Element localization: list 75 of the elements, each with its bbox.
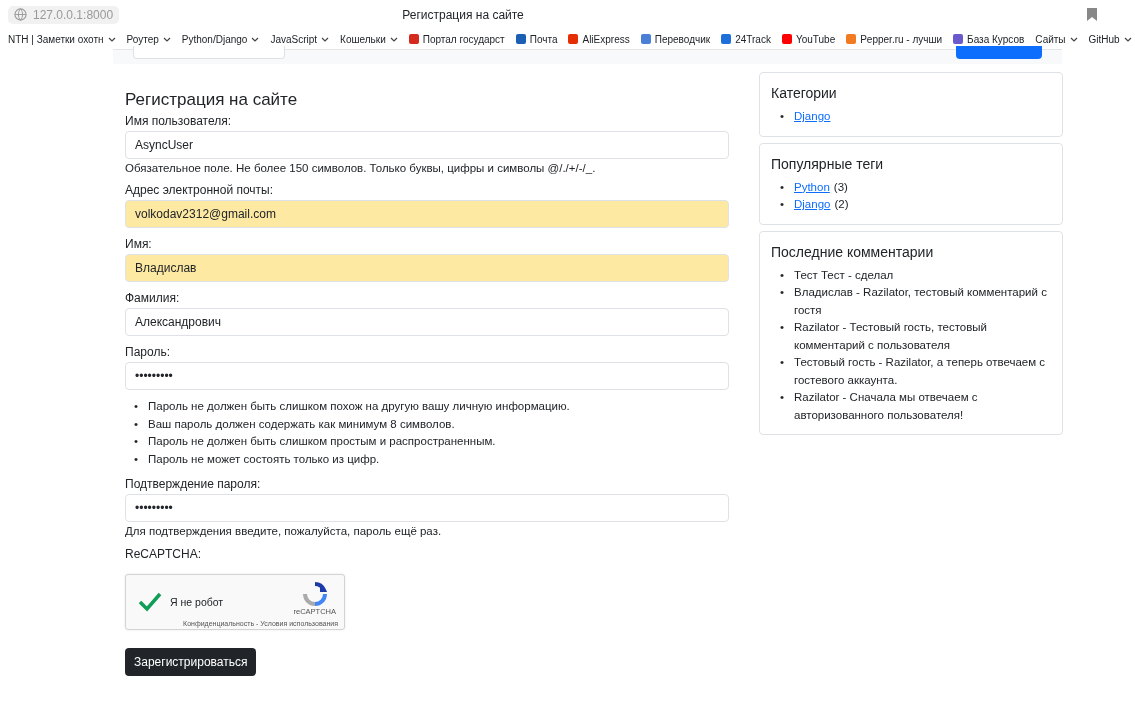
bookmark-item[interactable]: Почта: [515, 33, 558, 45]
chevron-icon: [1069, 36, 1078, 42]
card-title: Популярные теги: [771, 155, 885, 172]
bullet: •: [780, 267, 785, 283]
page-title: Регистрация на сайте: [402, 7, 524, 22]
register-button[interactable]: Зарегистрироваться: [125, 648, 257, 676]
bullet: •: [780, 320, 785, 335]
tag-count: (2): [834, 198, 849, 210]
tag-link[interactable]: Python: [794, 180, 830, 193]
field-label: Подтверждение пароля:: [125, 477, 262, 491]
bullet: •: [780, 197, 785, 212]
field-label: Имя пользователя:: [125, 114, 233, 128]
bookmark-item[interactable]: 24Track: [721, 33, 771, 45]
password-rule: Пароль не должен быть слишком похож на другую вашу личную информацию.: [148, 400, 570, 412]
comment-text: Razilator - Сначала мы отвечаем с авторизованного пользователя!: [794, 391, 978, 421]
form-title: Регистрация на сайте: [125, 90, 299, 110]
bookmark-item[interactable]: AliExpress: [568, 33, 630, 45]
bookmark-item[interactable]: Портал государст: [408, 33, 505, 45]
captcha-text: Я не робот: [170, 596, 224, 608]
bookmark-item[interactable]: Переводчик: [640, 33, 711, 45]
field-label: Адрес электронной почты:: [125, 183, 275, 197]
bullet: •: [780, 179, 785, 195]
chevron-icon: [389, 36, 398, 42]
field-label: Фамилия:: [125, 291, 181, 305]
card-title: Категории: [771, 85, 838, 101]
globe-icon: [14, 8, 27, 21]
input-field[interactable]: Владислав: [125, 254, 729, 282]
bookmark-item[interactable]: YouTube: [781, 33, 836, 45]
card-title: Последние комментарии: [771, 243, 935, 260]
bookmark-item[interactable]: База Курсов: [953, 33, 1025, 45]
bullet: •: [134, 416, 139, 432]
bullet: •: [134, 451, 139, 467]
bookmark-item[interactable]: Роутер: [126, 33, 171, 45]
tag-link[interactable]: Django: [794, 110, 831, 122]
password-rule: Пароль не может состоять только из цифр.: [148, 452, 380, 465]
input-field[interactable]: Александрович: [125, 308, 729, 336]
input-field[interactable]: AsyncUser: [125, 131, 729, 159]
bookmark-item[interactable]: Python/Django: [181, 33, 260, 45]
captcha-label: ReCAPTCHA:: [125, 547, 202, 561]
comment-text: Тестовый гость - Razilator, а теперь отвечаем с гостевого аккаунта.: [794, 356, 1046, 386]
chevron-icon: [162, 36, 171, 42]
bookmark-item[interactable]: Кошельки: [340, 33, 398, 45]
bullet: •: [134, 399, 139, 414]
bookmark-item[interactable]: Сайты: [1035, 33, 1078, 45]
chevron-icon: [321, 36, 330, 42]
chevron-icon: [107, 36, 116, 42]
bullet: •: [134, 434, 139, 449]
chevron-icon: [251, 36, 260, 42]
password-rule: Ваш пароль должен содержать как минимум 8 символов.: [148, 417, 455, 430]
checkmark-icon[interactable]: [138, 592, 162, 612]
comment-text: Тест Тест - сделал: [794, 268, 894, 281]
field-label: Имя:: [125, 237, 153, 251]
bullet: •: [780, 355, 785, 370]
comment-text: Razilator - Тестовый гость, тестовый комментарий с пользователя: [794, 321, 987, 351]
password-rule: Пароль не должен быть слишком простым и распространенным.: [148, 435, 496, 447]
bullet: •: [780, 109, 785, 124]
chevron-icon: [1123, 36, 1132, 42]
tag-count: (3): [833, 180, 848, 193]
field-label: Пароль:: [125, 345, 171, 359]
input-field[interactable]: •••••••••: [125, 362, 729, 390]
comment-text: Владислав - Razilator, тестовый комментарий с гостя: [794, 286, 1047, 316]
search-field[interactable]: [133, 46, 285, 59]
bookmark-item[interactable]: Pepper.ru - лучши: [846, 33, 943, 45]
bookmark-item[interactable]: JavaScript: [270, 33, 330, 45]
bookmark-item[interactable]: NTH | Заметки охотн: [8, 33, 116, 45]
bookmark-icon[interactable]: [1087, 8, 1097, 21]
help-text: Обязательное поле. Не более 150 символов. Только буквы, цифры и символы @/./+/-/_.: [125, 162, 597, 174]
tag-link[interactable]: Django: [794, 198, 831, 210]
bullet: •: [780, 390, 785, 405]
input-field[interactable]: volkodav2312@gmail.com: [125, 200, 729, 228]
input-field[interactable]: •••••••••: [125, 494, 729, 522]
bookmark-item[interactable]: GitHub: [1088, 33, 1132, 45]
bullet: •: [780, 285, 785, 300]
recaptcha-logo-icon: [301, 581, 328, 607]
help-text: Для подтверждения введите, пожалуйста, пароль ещё раз.: [125, 525, 443, 537]
